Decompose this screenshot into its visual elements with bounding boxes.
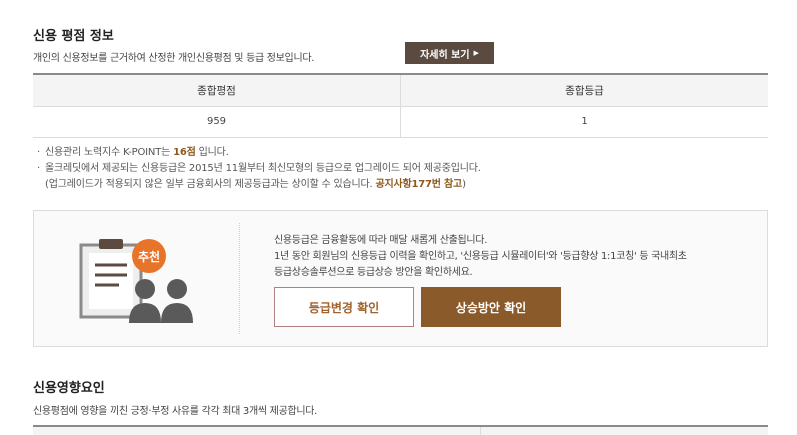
- promo-line-2: 1년 동안 회원님의 신용등급 이력을 확인하고, '신용등급 시뮬레이터'와 …: [274, 251, 687, 262]
- kpoint-note: · 신용관리 노력지수 K-POINT는 16점 입니다.: [37, 145, 481, 161]
- kpoint-value: 16점: [173, 147, 196, 158]
- upgrade-caveat: (업그레이드가 적용되지 않은 일부 금융회사의 제공등급과는 상이할 수 있습…: [45, 177, 481, 193]
- bullet-icon: ·: [37, 147, 40, 158]
- factors-table-divider: [480, 427, 481, 435]
- factors-title: 신용영향요인: [33, 381, 105, 396]
- upgrade-caveat-suffix: ): [462, 179, 466, 190]
- view-detail-button[interactable]: 자세히 보기 ▶: [405, 42, 494, 64]
- score-table-header-row: 종합평점 종합등급: [33, 74, 768, 107]
- view-detail-label: 자세히 보기: [420, 49, 470, 61]
- upgrade-note-text: 올크레딧에서 제공되는 신용등급은 2015년 11월부터 최신모형의 등급으로…: [45, 163, 481, 174]
- caret-right-icon: ▶: [473, 49, 479, 57]
- upgrade-caveat-prefix: (업그레이드가 적용되지 않은 일부 금융회사의 제공등급과는 상이할 수 있습…: [45, 179, 376, 190]
- bullet-icon: ·: [37, 163, 40, 174]
- kpoint-note-suffix: 입니다.: [195, 147, 229, 158]
- kpoint-note-prefix: 신용관리 노력지수 K-POINT는: [45, 147, 174, 158]
- total-score-value: 959: [33, 106, 401, 138]
- promo-text: 신용등급은 금융활동에 따라 매달 새롭게 산출됩니다. 1년 동안 회원님의 …: [274, 233, 687, 281]
- rise-plan-button[interactable]: 상승방안 확인: [421, 287, 561, 327]
- total-score-header: 종합평점: [33, 74, 401, 107]
- score-table: 종합평점 종합등급 959 1: [33, 73, 768, 138]
- factors-description: 신용평점에 영향을 끼친 긍정·부정 사유를 각각 최대 3개씩 제공합니다.: [33, 406, 318, 417]
- notice-177-link[interactable]: 공지사항177번 참고: [376, 179, 463, 190]
- credit-notes: · 신용관리 노력지수 K-POINT는 16점 입니다. · 올크레딧에서 제…: [37, 145, 481, 193]
- grade-change-button[interactable]: 등급변경 확인: [274, 287, 414, 327]
- upgrade-note: · 올크레딧에서 제공되는 신용등급은 2015년 11월부터 최신모형의 등급…: [37, 161, 481, 177]
- total-grade-header: 종합등급: [400, 74, 768, 107]
- grade-promo-box: 추천 신용등급은 금융활동에 따라 매달 새롭게 산출됩니다. 1년 동안 회원…: [33, 210, 768, 347]
- score-table-row: 959 1: [33, 106, 768, 138]
- clipboard-people-icon: 추천: [79, 239, 193, 323]
- credit-info-description: 개인의 신용정보를 근거하여 산정한 개인신용평점 및 등급 정보입니다.: [33, 53, 315, 64]
- total-grade-value: 1: [400, 106, 768, 138]
- promo-line-1: 신용등급은 금융활동에 따라 매달 새롭게 산출됩니다.: [274, 235, 488, 246]
- credit-info-title: 신용 평점 정보: [33, 29, 114, 44]
- factors-table: [33, 425, 768, 435]
- promo-line-3: 등급상승솔루션으로 등급상승 방안을 확인하세요.: [274, 267, 473, 278]
- recommend-badge: 추천: [138, 249, 160, 264]
- promo-divider: [239, 223, 240, 334]
